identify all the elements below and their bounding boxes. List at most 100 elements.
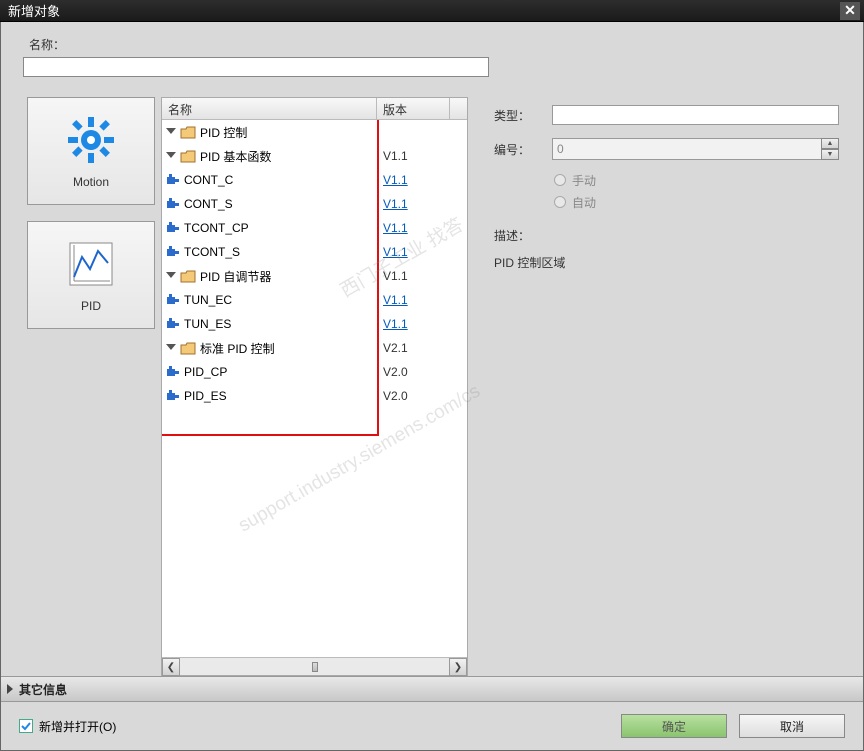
tree-row[interactable]: PID_CP V2.0 [162,360,467,384]
chevron-down-icon [166,344,176,350]
tree-row[interactable]: TUN_ES V1.1 [162,312,467,336]
number-spinner[interactable]: ▲ ▼ [552,138,839,160]
tree-header-name[interactable]: 名称 [162,98,377,119]
tree-item-label: TCONT_S [184,245,240,259]
chevron-right-icon [7,684,13,694]
tree-row[interactable]: PID 控制 [162,120,467,144]
tree-row[interactable]: PID 基本函数 V1.1 [162,144,467,168]
radio-auto-label: 自动 [572,194,596,211]
category-pid-label: PID [81,299,101,313]
tree-item-label: PID_CP [184,365,227,379]
tree-item-version: V1.1 [377,149,467,163]
radio-manual-label: 手动 [572,172,596,189]
number-input[interactable] [552,138,821,160]
folder-icon [180,150,196,163]
tree-row[interactable]: PID_ES V2.0 [162,384,467,408]
tree-item-label: TUN_ES [184,317,231,331]
properties-panel: 类型： 编号： ▲ ▼ 手动 自动 描 [482,97,845,676]
tree-item-version[interactable]: V1.1 [377,197,467,211]
other-info-bar[interactable]: 其它信息 [1,676,863,702]
radio-icon [554,174,566,186]
number-label: 编号： [494,141,552,158]
scroll-right-button[interactable]: ❯ [449,658,467,676]
type-input[interactable] [552,105,839,125]
description-label: 描述： [494,227,839,244]
radio-manual[interactable]: 手动 [494,169,839,191]
add-and-open-label: 新增并打开(O) [39,718,116,735]
category-pid[interactable]: PID [27,221,155,329]
tree-row[interactable]: PID 自调节器 V1.1 [162,264,467,288]
tree-item-version: V2.0 [377,389,467,403]
titlebar: 新增对象 ✕ [0,0,864,22]
spinner-down-button[interactable]: ▼ [821,149,839,160]
tree-item-label: PID 自调节器 [200,268,271,285]
folder-icon [180,126,196,139]
tree-item-label: PID_ES [184,389,227,403]
tree-panel: 名称 版本 PID 控制PID 基本函数V1.1CONT_CV1.1CONT_S… [161,97,468,676]
tree-item-version[interactable]: V1.1 [377,317,467,331]
name-section: 名称： [1,22,863,87]
tree-item-label: CONT_S [184,197,233,211]
block-icon [166,294,180,306]
category-motion[interactable]: Motion [27,97,155,205]
tree-item-version[interactable]: V1.1 [377,245,467,259]
close-button[interactable]: ✕ [840,2,860,20]
scroll-thumb[interactable] [312,662,318,672]
tree-row[interactable]: TCONT_S V1.1 [162,240,467,264]
tree-item-label: PID 基本函数 [200,148,271,165]
radio-auto[interactable]: 自动 [494,191,839,213]
cancel-button[interactable]: 取消 [739,714,845,738]
type-label: 类型： [494,107,552,124]
name-input[interactable] [23,57,489,77]
window-title: 新增对象 [8,1,840,20]
radio-icon [554,196,566,208]
block-icon [166,174,180,186]
category-motion-label: Motion [73,175,109,189]
tree-item-version[interactable]: V1.1 [377,293,467,307]
main-content: Motion PID 名称 版本 PID 控制PID 基本函数V1.1CONT_… [1,87,863,676]
tree-item-version: V2.0 [377,365,467,379]
spinner-up-button[interactable]: ▲ [821,138,839,149]
scroll-track[interactable] [180,658,449,675]
tree-row[interactable]: 标准 PID 控制 V2.1 [162,336,467,360]
tree-item-label: TUN_EC [184,293,232,307]
category-column: Motion PID [23,97,161,676]
chart-icon [64,237,118,291]
tree-row[interactable]: CONT_C V1.1 [162,168,467,192]
block-icon [166,390,180,402]
chevron-down-icon [166,272,176,278]
name-label: 名称： [29,36,841,53]
tree-header: 名称 版本 [162,98,467,120]
footer: 新增并打开(O) 确定 取消 [1,702,863,750]
tree-item-label: 标准 PID 控制 [200,340,275,357]
tree-row[interactable]: TCONT_CP V1.1 [162,216,467,240]
tree-header-version[interactable]: 版本 [377,98,450,119]
block-icon [166,198,180,210]
chevron-down-icon [166,128,176,134]
scroll-left-button[interactable]: ❮ [162,658,180,676]
dialog-body: 名称： Motion PID 名称 版本 [0,22,864,751]
block-icon [166,222,180,234]
tree-item-label: PID 控制 [200,124,247,141]
other-info-label: 其它信息 [19,681,67,698]
description-text: PID 控制区域 [494,254,839,271]
add-and-open-checkbox[interactable] [19,719,33,733]
block-icon [166,366,180,378]
tree-item-label: TCONT_CP [184,221,249,235]
tree-hscrollbar[interactable]: ❮ ❯ [162,657,467,675]
folder-icon [180,270,196,283]
chevron-down-icon [166,152,176,158]
tree-item-version: V2.1 [377,341,467,355]
tree-item-version[interactable]: V1.1 [377,173,467,187]
tree-row[interactable]: TUN_EC V1.1 [162,288,467,312]
tree-body: PID 控制PID 基本函数V1.1CONT_CV1.1CONT_SV1.1TC… [162,120,467,657]
ok-button[interactable]: 确定 [621,714,727,738]
tree-row[interactable]: CONT_S V1.1 [162,192,467,216]
block-icon [166,246,180,258]
gear-icon [64,113,118,167]
tree-item-version: V1.1 [377,269,467,283]
folder-icon [180,342,196,355]
tree-item-label: CONT_C [184,173,233,187]
tree-item-version[interactable]: V1.1 [377,221,467,235]
block-icon [166,318,180,330]
